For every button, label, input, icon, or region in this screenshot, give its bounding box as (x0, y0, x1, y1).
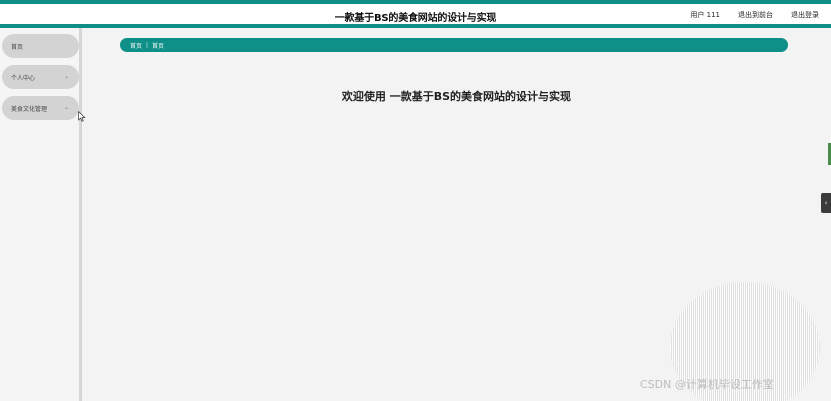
logout-button[interactable]: 退出登录 (791, 10, 819, 20)
breadcrumb: 首页 | 首页 (120, 38, 788, 52)
mouse-cursor-icon (78, 111, 86, 122)
watermark-text: CSDN @计算机毕设工作室 (640, 378, 774, 391)
header-accent-line (0, 24, 831, 28)
sidebar-item-label: 个人中心 (11, 74, 36, 82)
header-bar: 一款基于BS的美食网站的设计与实现 用户 111 退出到前台 退出登录 (0, 4, 831, 24)
sidebar-item-label: 首页 (11, 43, 24, 51)
breadcrumb-current: 首页 (152, 42, 165, 50)
sidebar: 首页 个人中心 ⌄ 美食文化管理 ⌄ (0, 28, 82, 401)
sidebar-item-label: 美食文化管理 (11, 105, 48, 113)
sidebar-item-personal-center[interactable]: 个人中心 ⌄ (2, 65, 79, 89)
welcome-heading: 欢迎使用 一款基于BS的美食网站的设计与实现 (341, 90, 572, 103)
breadcrumb-separator: | (146, 41, 149, 49)
user-label[interactable]: 用户 111 (690, 10, 720, 20)
header-actions: 用户 111 退出到前台 退出登录 (690, 10, 819, 20)
back-to-frontend-button[interactable]: 退出到前台 (738, 10, 773, 20)
collapse-panel-button[interactable]: ‹ (821, 193, 831, 213)
chevron-left-icon: ‹ (824, 199, 828, 207)
chevron-down-icon: ⌄ (63, 104, 69, 111)
chevron-down-icon: ⌄ (63, 73, 69, 80)
sidebar-item-home[interactable]: 首页 (2, 34, 79, 58)
breadcrumb-root[interactable]: 首页 (130, 41, 142, 50)
sidebar-item-food-culture[interactable]: 美食文化管理 ⌄ (2, 96, 79, 120)
